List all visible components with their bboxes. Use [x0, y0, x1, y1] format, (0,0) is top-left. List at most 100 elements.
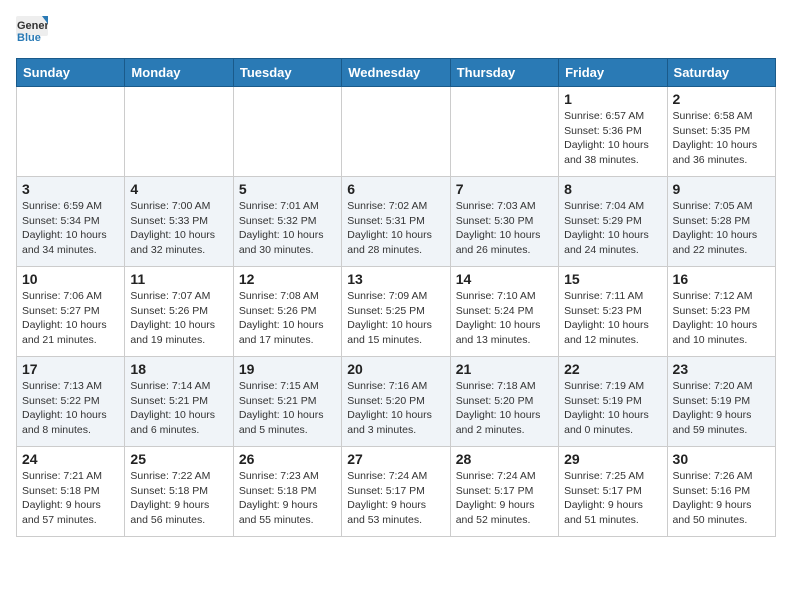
weekday-header: Tuesday	[233, 59, 341, 87]
calendar-week-row: 24 Sunrise: 7:21 AM Sunset: 5:18 PM Dayli…	[17, 447, 776, 537]
weekday-header: Thursday	[450, 59, 558, 87]
calendar-header: SundayMondayTuesdayWednesdayThursdayFrid…	[17, 59, 776, 87]
day-number: 16	[673, 271, 770, 287]
day-info: Sunrise: 6:58 AM Sunset: 5:35 PM Dayligh…	[673, 109, 770, 168]
day-info: Sunrise: 7:13 AM Sunset: 5:22 PM Dayligh…	[22, 379, 119, 438]
day-number: 2	[673, 91, 770, 107]
weekday-header: Wednesday	[342, 59, 450, 87]
calendar-cell: 8 Sunrise: 7:04 AM Sunset: 5:29 PM Daylig…	[559, 177, 667, 267]
day-number: 24	[22, 451, 119, 467]
calendar-cell: 3 Sunrise: 6:59 AM Sunset: 5:34 PM Daylig…	[17, 177, 125, 267]
day-info: Sunrise: 7:23 AM Sunset: 5:18 PM Dayligh…	[239, 469, 336, 528]
calendar-cell	[233, 87, 341, 177]
day-number: 4	[130, 181, 227, 197]
day-number: 8	[564, 181, 661, 197]
calendar-week-row: 10 Sunrise: 7:06 AM Sunset: 5:27 PM Dayli…	[17, 267, 776, 357]
calendar-cell: 6 Sunrise: 7:02 AM Sunset: 5:31 PM Daylig…	[342, 177, 450, 267]
day-info: Sunrise: 7:20 AM Sunset: 5:19 PM Dayligh…	[673, 379, 770, 438]
day-info: Sunrise: 7:00 AM Sunset: 5:33 PM Dayligh…	[130, 199, 227, 258]
calendar-cell: 24 Sunrise: 7:21 AM Sunset: 5:18 PM Dayli…	[17, 447, 125, 537]
calendar-cell: 20Sunrise: 7:16 AM Sunset: 5:20 PM Dayli…	[342, 357, 450, 447]
day-number: 7	[456, 181, 553, 197]
calendar-cell: 15 Sunrise: 7:11 AM Sunset: 5:23 PM Dayli…	[559, 267, 667, 357]
calendar-cell: 4 Sunrise: 7:00 AM Sunset: 5:33 PM Daylig…	[125, 177, 233, 267]
day-info: Sunrise: 7:04 AM Sunset: 5:29 PM Dayligh…	[564, 199, 661, 258]
day-number: 13	[347, 271, 444, 287]
day-number: 17	[22, 361, 119, 377]
day-number: 26	[239, 451, 336, 467]
day-number: 5	[239, 181, 336, 197]
day-number: 3	[22, 181, 119, 197]
day-info: Sunrise: 7:22 AM Sunset: 5:18 PM Dayligh…	[130, 469, 227, 528]
calendar-cell	[17, 87, 125, 177]
day-number: 23	[673, 361, 770, 377]
calendar-cell: 7 Sunrise: 7:03 AM Sunset: 5:30 PM Daylig…	[450, 177, 558, 267]
calendar-cell: 30 Sunrise: 7:26 AM Sunset: 5:16 PM Dayli…	[667, 447, 775, 537]
logo-block: General Blue	[16, 16, 48, 48]
day-info: Sunrise: 7:21 AM Sunset: 5:18 PM Dayligh…	[22, 469, 119, 528]
calendar-cell: 14Sunrise: 7:10 AM Sunset: 5:24 PM Dayli…	[450, 267, 558, 357]
day-info: Sunrise: 7:14 AM Sunset: 5:21 PM Dayligh…	[130, 379, 227, 438]
weekday-header: Monday	[125, 59, 233, 87]
day-number: 9	[673, 181, 770, 197]
day-number: 27	[347, 451, 444, 467]
day-info: Sunrise: 7:02 AM Sunset: 5:31 PM Dayligh…	[347, 199, 444, 258]
calendar-cell: 2 Sunrise: 6:58 AM Sunset: 5:35 PM Daylig…	[667, 87, 775, 177]
page-header: General Blue	[16, 16, 776, 48]
day-info: Sunrise: 7:05 AM Sunset: 5:28 PM Dayligh…	[673, 199, 770, 258]
day-number: 20	[347, 361, 444, 377]
calendar-cell	[450, 87, 558, 177]
calendar-cell: 29 Sunrise: 7:25 AM Sunset: 5:17 PM Dayli…	[559, 447, 667, 537]
day-number: 22	[564, 361, 661, 377]
svg-text:Blue: Blue	[17, 32, 41, 44]
svg-text:General: General	[17, 20, 48, 32]
calendar-cell: 21Sunrise: 7:18 AM Sunset: 5:20 PM Dayli…	[450, 357, 558, 447]
calendar-table: SundayMondayTuesdayWednesdayThursdayFrid…	[16, 58, 776, 537]
calendar-cell: 25 Sunrise: 7:22 AM Sunset: 5:18 PM Dayli…	[125, 447, 233, 537]
day-info: Sunrise: 7:24 AM Sunset: 5:17 PM Dayligh…	[456, 469, 553, 528]
calendar-cell: 28 Sunrise: 7:24 AM Sunset: 5:17 PM Dayli…	[450, 447, 558, 537]
day-number: 19	[239, 361, 336, 377]
day-info: Sunrise: 7:10 AM Sunset: 5:24 PM Dayligh…	[456, 289, 553, 348]
day-info: Sunrise: 7:06 AM Sunset: 5:27 PM Dayligh…	[22, 289, 119, 348]
day-number: 29	[564, 451, 661, 467]
day-info: Sunrise: 7:12 AM Sunset: 5:23 PM Dayligh…	[673, 289, 770, 348]
calendar-cell: 22Sunrise: 7:19 AM Sunset: 5:19 PM Dayli…	[559, 357, 667, 447]
day-number: 28	[456, 451, 553, 467]
calendar-week-row: 17 Sunrise: 7:13 AM Sunset: 5:22 PM Dayli…	[17, 357, 776, 447]
day-number: 18	[130, 361, 227, 377]
weekday-header: Sunday	[17, 59, 125, 87]
day-info: Sunrise: 7:11 AM Sunset: 5:23 PM Dayligh…	[564, 289, 661, 348]
day-number: 25	[130, 451, 227, 467]
day-number: 21	[456, 361, 553, 377]
calendar-week-row: 3 Sunrise: 6:59 AM Sunset: 5:34 PM Daylig…	[17, 177, 776, 267]
day-number: 6	[347, 181, 444, 197]
calendar-cell: 19 Sunrise: 7:15 AM Sunset: 5:21 PM Dayli…	[233, 357, 341, 447]
calendar-cell: 13 Sunrise: 7:09 AM Sunset: 5:25 PM Dayli…	[342, 267, 450, 357]
day-info: Sunrise: 6:57 AM Sunset: 5:36 PM Dayligh…	[564, 109, 661, 168]
calendar-cell: 23 Sunrise: 7:20 AM Sunset: 5:19 PM Dayli…	[667, 357, 775, 447]
calendar-cell	[125, 87, 233, 177]
day-info: Sunrise: 7:25 AM Sunset: 5:17 PM Dayligh…	[564, 469, 661, 528]
day-info: Sunrise: 7:01 AM Sunset: 5:32 PM Dayligh…	[239, 199, 336, 258]
day-info: Sunrise: 7:09 AM Sunset: 5:25 PM Dayligh…	[347, 289, 444, 348]
day-info: Sunrise: 7:03 AM Sunset: 5:30 PM Dayligh…	[456, 199, 553, 258]
day-number: 15	[564, 271, 661, 287]
day-info: Sunrise: 7:24 AM Sunset: 5:17 PM Dayligh…	[347, 469, 444, 528]
calendar-week-row: 1 Sunrise: 6:57 AM Sunset: 5:36 PM Daylig…	[17, 87, 776, 177]
day-number: 12	[239, 271, 336, 287]
day-info: Sunrise: 7:26 AM Sunset: 5:16 PM Dayligh…	[673, 469, 770, 528]
day-info: Sunrise: 7:07 AM Sunset: 5:26 PM Dayligh…	[130, 289, 227, 348]
calendar-cell: 16 Sunrise: 7:12 AM Sunset: 5:23 PM Dayli…	[667, 267, 775, 357]
calendar-cell: 12 Sunrise: 7:08 AM Sunset: 5:26 PM Dayli…	[233, 267, 341, 357]
day-number: 1	[564, 91, 661, 107]
day-info: Sunrise: 6:59 AM Sunset: 5:34 PM Dayligh…	[22, 199, 119, 258]
calendar-cell: 11 Sunrise: 7:07 AM Sunset: 5:26 PM Dayli…	[125, 267, 233, 357]
day-number: 30	[673, 451, 770, 467]
day-number: 10	[22, 271, 119, 287]
calendar-cell: 26 Sunrise: 7:23 AM Sunset: 5:18 PM Dayli…	[233, 447, 341, 537]
day-number: 11	[130, 271, 227, 287]
logo: General Blue	[16, 16, 48, 48]
day-info: Sunrise: 7:08 AM Sunset: 5:26 PM Dayligh…	[239, 289, 336, 348]
day-info: Sunrise: 7:15 AM Sunset: 5:21 PM Dayligh…	[239, 379, 336, 438]
